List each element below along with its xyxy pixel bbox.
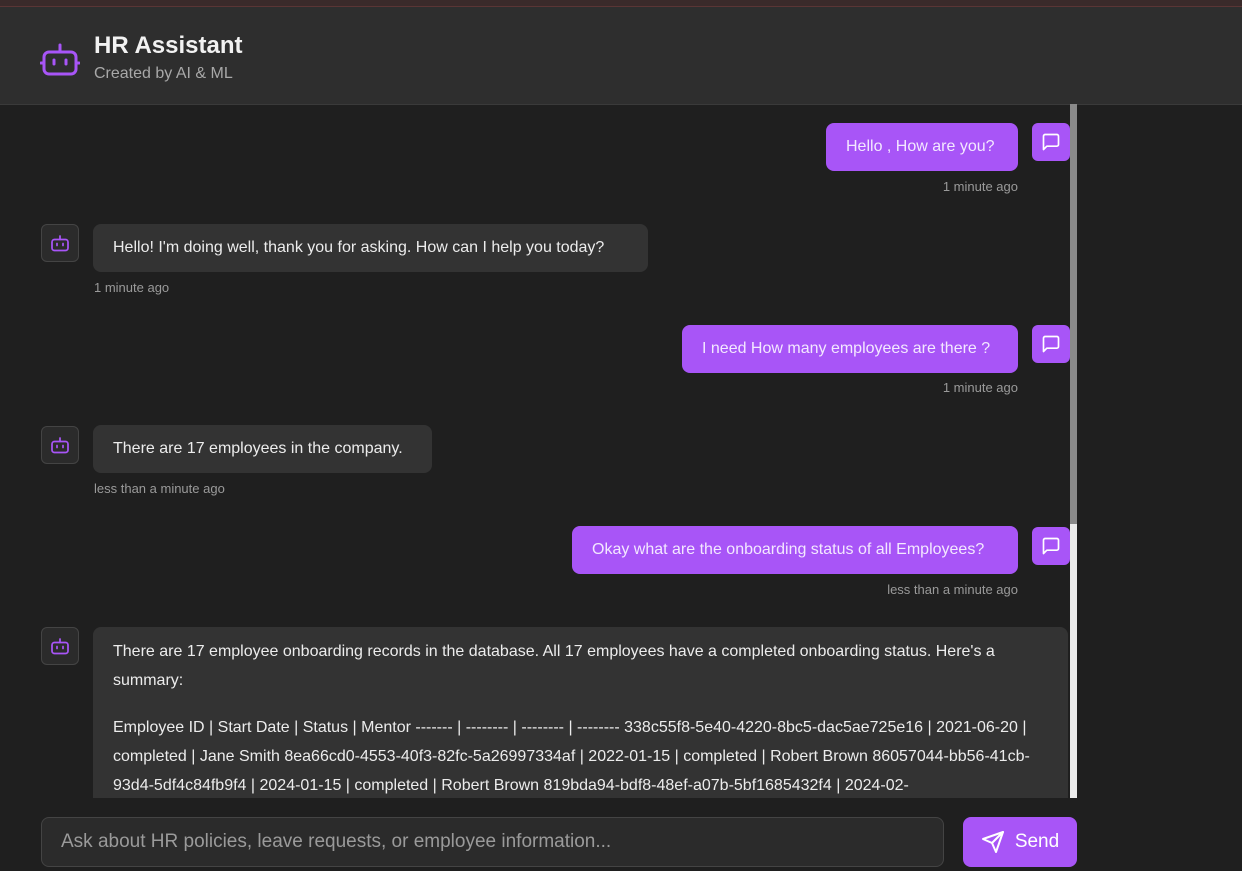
user-message-bubble: Okay what are the onboarding status of a… (572, 526, 1018, 574)
send-button-label: Send (1014, 831, 1060, 852)
message-paragraph: Employee ID | Start Date | Status | Ment… (113, 719, 1030, 794)
app-title: HR Assistant (94, 32, 243, 59)
assistant-message-bubble: There are 17 employee onboarding records… (93, 627, 1068, 798)
assistant-message-bubble: There are 17 employees in the company. (93, 425, 432, 473)
message-paragraph: There are 17 employee onboarding records… (113, 643, 995, 689)
assistant-avatar (41, 627, 79, 665)
message-timestamp: 1 minute ago (94, 280, 170, 295)
assistant-avatar (41, 224, 79, 262)
send-button[interactable]: Send (963, 817, 1077, 867)
message-square-icon (1042, 133, 1060, 151)
user-avatar (1032, 527, 1070, 565)
send-icon (981, 831, 1004, 853)
app-subtitle: Created by AI & ML (94, 65, 233, 82)
robot-icon (40, 43, 80, 76)
app-header: HR Assistant Created by AI & ML (0, 7, 1242, 105)
robot-icon (51, 437, 69, 454)
chat-messages[interactable]: Hello , How are you? 1 minute ago Hello!… (0, 104, 1070, 798)
message-timestamp: less than a minute ago (887, 582, 1018, 597)
robot-icon (51, 235, 69, 252)
message-input[interactable]: Ask about HR policies, leave requests, o… (41, 817, 944, 867)
assistant-avatar (41, 426, 79, 464)
message-timestamp: 1 minute ago (942, 380, 1018, 395)
message-timestamp: 1 minute ago (942, 179, 1018, 194)
user-message-bubble: I need How many employees are there ? (682, 325, 1018, 373)
user-message-bubble: Hello , How are you? (826, 123, 1018, 171)
chat-scrollbar-thumb[interactable] (1070, 104, 1077, 524)
robot-icon (51, 638, 69, 655)
user-avatar (1032, 325, 1070, 363)
message-square-icon (1042, 537, 1060, 555)
user-avatar (1032, 123, 1070, 161)
assistant-message-bubble: Hello! I'm doing well, thank you for ask… (93, 224, 648, 272)
message-square-icon (1042, 335, 1060, 353)
message-timestamp: less than a minute ago (94, 481, 225, 496)
window-top-border (0, 0, 1242, 7)
